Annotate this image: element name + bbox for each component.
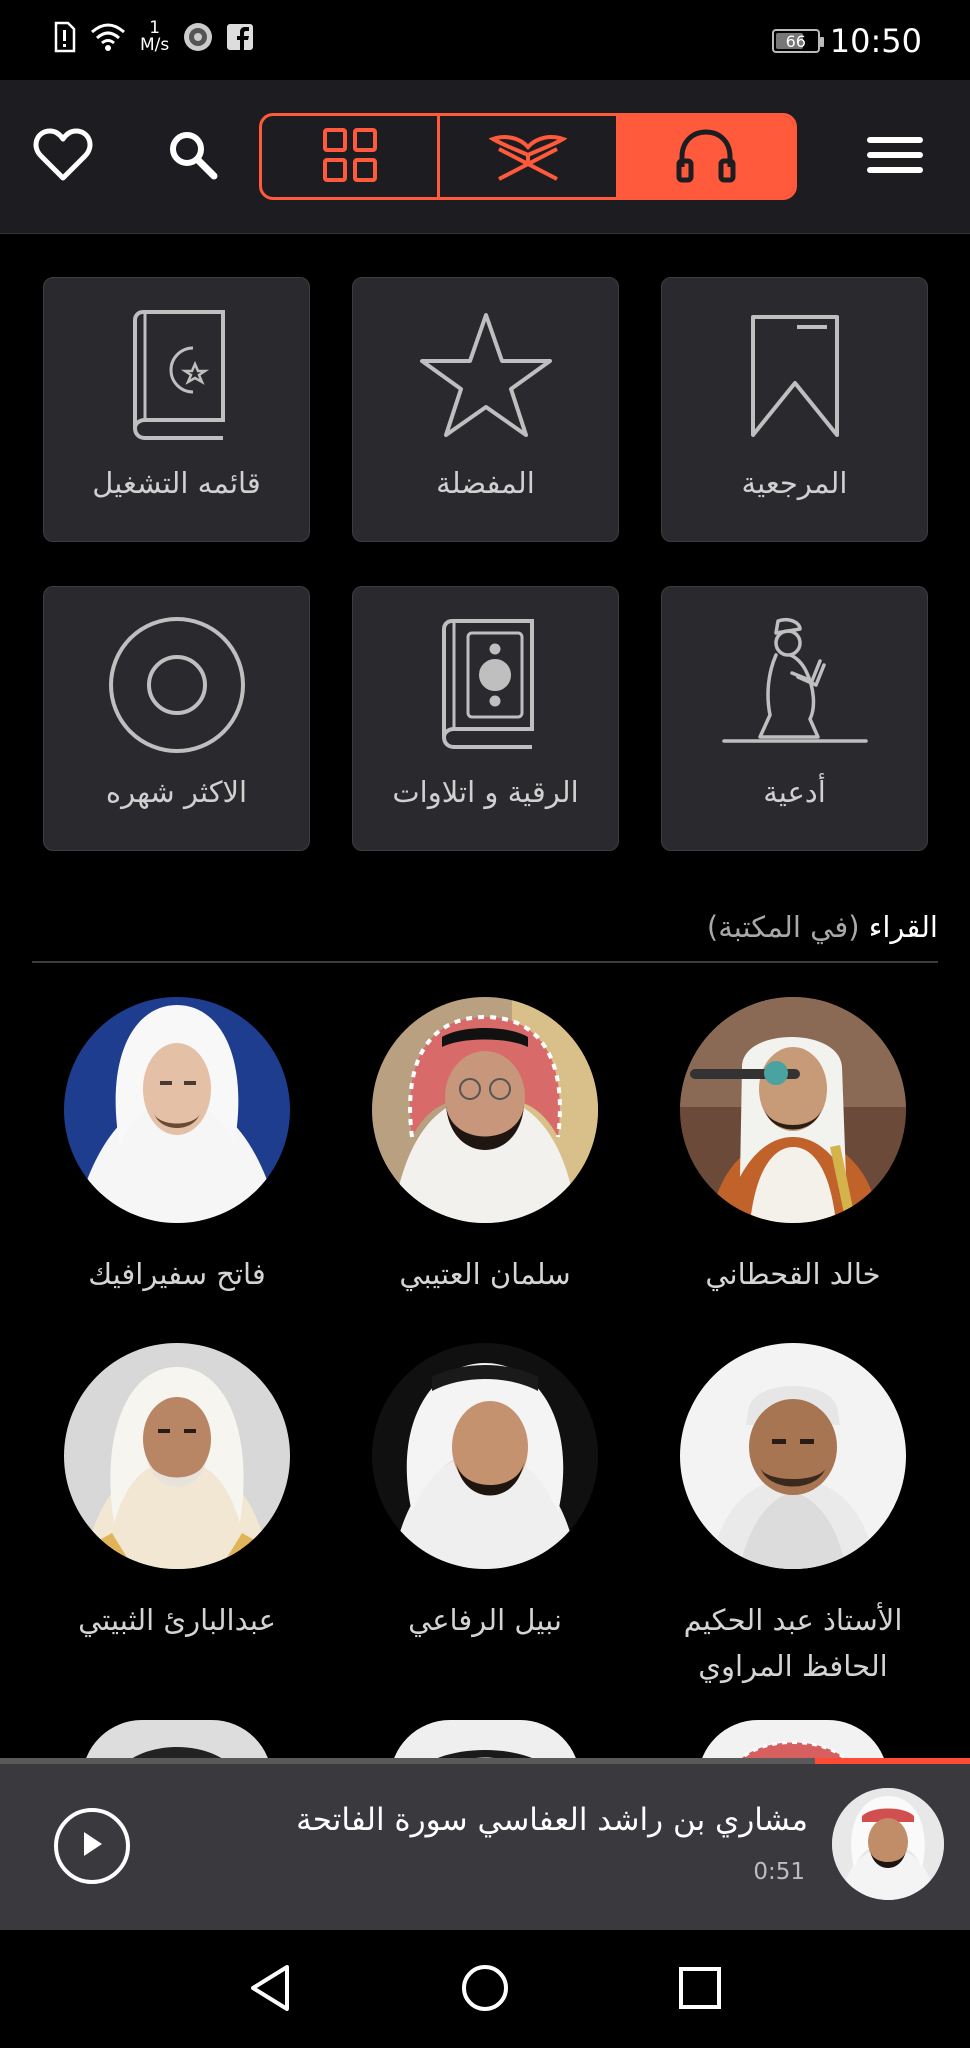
system-nav-bar: [0, 1930, 970, 2048]
ruqyah-book-icon: [353, 615, 618, 755]
network-speed: 1 M/s: [140, 20, 169, 54]
headphones-icon: [676, 127, 736, 187]
player-thumbnail: [832, 1788, 944, 1900]
mode-tabs: [259, 113, 797, 200]
category-favorites[interactable]: المفضلة: [352, 277, 619, 542]
nav-recents-button[interactable]: [670, 1960, 730, 2020]
readers-subtitle: (في المكتبة): [706, 910, 860, 944]
reader-card[interactable]: عبدالبارئ الثبيتي: [22, 1343, 332, 1643]
app-header: [0, 80, 970, 234]
reader-name: عبدالبارئ الثبيتي: [78, 1603, 276, 1637]
status-bar: 1 M/s 66 10:50: [0, 0, 970, 80]
reader-avatar: [64, 1343, 290, 1569]
tab-grid[interactable]: [262, 116, 437, 197]
section-divider: [32, 961, 938, 963]
play-icon: [78, 1829, 106, 1863]
reader-card[interactable]: سلمان العتيبي: [330, 997, 640, 1297]
reader-avatar: [680, 1343, 906, 1569]
reader-avatar: [372, 997, 598, 1223]
reader-name: الأستاذ عبد الحكيم الحافظ المراوي: [683, 1603, 903, 1683]
reader-card[interactable]: فاتح سفيرافيك: [22, 997, 332, 1297]
disc-icon: [44, 615, 309, 755]
reader-name: سلمان العتيبي: [399, 1257, 571, 1291]
category-label: المرجعية: [741, 466, 848, 500]
facebook-icon: [227, 24, 254, 50]
praying-man-icon: [662, 615, 927, 755]
search-button[interactable]: [158, 122, 228, 192]
player-track-title: مشاري بن راشد العفاسي سورة الفاتحة: [296, 1802, 808, 1838]
category-ruqyah[interactable]: الرقية و اتلاوات: [352, 586, 619, 851]
star-icon: [353, 306, 618, 446]
category-label: قائمه التشغيل: [92, 466, 261, 500]
reader-card[interactable]: نبيل الرفاعي: [330, 1343, 640, 1643]
quran-app-icon: [183, 22, 213, 52]
nav-home-button[interactable]: [455, 1960, 515, 2020]
alert-sim-icon: [52, 21, 76, 53]
category-label: أدعية: [763, 775, 826, 809]
favorites-button[interactable]: [28, 122, 98, 192]
status-icons-left: 1 M/s: [52, 20, 254, 54]
tab-listen[interactable]: [615, 116, 794, 197]
network-speed-unit: M/s: [140, 35, 170, 55]
player-track-time: 0:51: [753, 1859, 805, 1885]
status-icons-right: 66 10:50: [771, 22, 922, 60]
heart-icon: [33, 128, 93, 186]
category-label: الاكثر شهره: [105, 775, 248, 809]
quran-book-icon: [488, 127, 568, 187]
battery-level: 66: [785, 31, 806, 51]
menu-icon: [867, 135, 923, 179]
reader-name: خالد القحطاني: [705, 1257, 881, 1291]
category-popular[interactable]: الاكثر شهره: [43, 586, 310, 851]
battery-icon: 66: [771, 29, 824, 53]
category-bookmarks[interactable]: المرجعية: [661, 277, 928, 542]
readers-title: القراء: [868, 910, 938, 944]
bookmark-icon: [662, 306, 927, 446]
reader-avatar: [372, 1343, 598, 1569]
reader-name: فاتح سفيرافيك: [88, 1257, 266, 1291]
category-label: المفضلة: [436, 466, 535, 500]
readers-section-title: القراء (في المكتبة): [707, 910, 938, 944]
home-icon: [460, 1963, 510, 2017]
reader-avatar: [64, 997, 290, 1223]
search-icon: [167, 129, 219, 185]
reader-card[interactable]: خالد القحطاني: [638, 997, 948, 1297]
menu-button[interactable]: [860, 122, 930, 192]
tab-quran[interactable]: [437, 116, 615, 197]
category-playlist[interactable]: قائمه التشغيل: [43, 277, 310, 542]
nav-back-button[interactable]: [240, 1960, 300, 2020]
recents-icon: [678, 1966, 722, 2014]
mini-player[interactable]: مشاري بن راشد العفاسي سورة الفاتحة 0:51: [0, 1764, 970, 1930]
playlist-book-icon: [44, 306, 309, 446]
back-icon: [247, 1963, 293, 2017]
play-button[interactable]: [54, 1808, 130, 1884]
grid-icon: [322, 127, 378, 187]
wifi-icon: [90, 22, 126, 52]
reader-name: نبيل الرفاعي: [408, 1603, 562, 1637]
reader-card[interactable]: الأستاذ عبد الحكيم الحافظ المراوي: [638, 1343, 948, 1689]
clock: 10:50: [829, 22, 922, 60]
category-label: الرقية و اتلاوات: [392, 775, 579, 809]
reader-avatar: [680, 997, 906, 1223]
category-supplications[interactable]: أدعية: [661, 586, 928, 851]
